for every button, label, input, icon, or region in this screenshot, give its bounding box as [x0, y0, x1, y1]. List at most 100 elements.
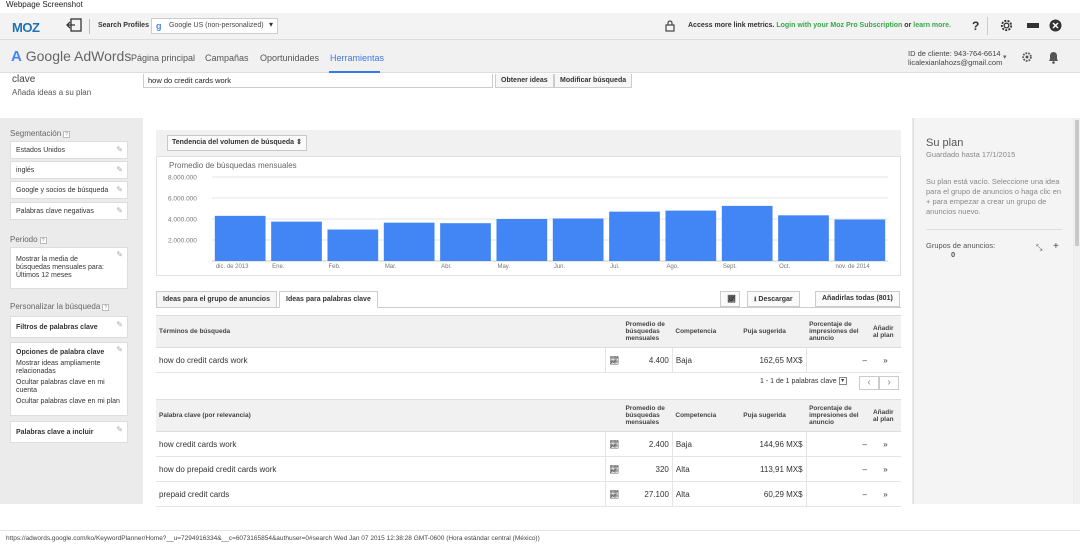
keyword-options[interactable]: Opciones de palabra clave Mostrar ideas …: [10, 342, 128, 416]
account-info[interactable]: ID de cliente: 943-764-6614 licalexianla…: [908, 49, 1002, 67]
segment-language-label: inglés: [16, 167, 35, 174]
adwords-logo[interactable]: A Google AdWords: [11, 48, 131, 65]
pencil-icon[interactable]: ✎: [116, 251, 123, 259]
customize-heading: Personalizar la búsqueda?: [10, 302, 110, 311]
nav-opportunities[interactable]: Oportunidades: [260, 53, 319, 63]
chart-bar[interactable]: [609, 211, 660, 261]
pencil-icon[interactable]: ✎: [116, 185, 123, 194]
pencil-icon[interactable]: ✎: [116, 425, 123, 434]
chart-type-select[interactable]: Tendencia del volumen de búsqueda ⇕: [167, 135, 307, 151]
col-keyword[interactable]: Palabra clave (por relevancia): [156, 399, 606, 432]
help-icon[interactable]: ?: [63, 131, 71, 138]
segment-location[interactable]: Estados Unidos ✎: [10, 141, 128, 159]
keyword-search-input[interactable]: how do credit cards work: [143, 74, 493, 88]
chart-toggle-button[interactable]: 📈︎: [720, 291, 740, 307]
scrollbar-thumb[interactable]: [1075, 120, 1079, 246]
x-tick-label: nov. de 2014: [835, 264, 870, 270]
exit-icon[interactable]: [66, 18, 82, 35]
impression-share-cell: –: [805, 456, 870, 482]
col-competition[interactable]: Competencia: [672, 315, 741, 348]
minimize-icon[interactable]: [1027, 23, 1039, 28]
trend-chart-icon[interactable]: 📈︎: [605, 431, 623, 457]
tab-ad-group-ideas[interactable]: Ideas para el grupo de anuncios: [156, 291, 277, 308]
table-row: how credit cards work 📈︎ 2.400 Baja 144,…: [156, 431, 901, 457]
pencil-icon[interactable]: ✎: [116, 165, 123, 174]
settings-gear-icon[interactable]: [1021, 51, 1033, 65]
chart-bar[interactable]: [721, 205, 773, 261]
col-competition[interactable]: Competencia: [672, 399, 741, 432]
login-link[interactable]: Login with your Moz Pro Subscription: [776, 22, 902, 29]
help-icon[interactable]: ?: [102, 304, 110, 311]
chart-icon: 📈︎: [727, 296, 736, 303]
account-chevron-icon[interactable]: ▾: [1003, 53, 1007, 61]
col-impression-share[interactable]: Porcentaje de impresiones del anuncio: [806, 399, 870, 432]
next-page-button[interactable]: ›: [879, 376, 899, 390]
period-text: Mostrar la media de búsquedas mensuales …: [16, 256, 104, 279]
pencil-icon[interactable]: ✎: [116, 145, 123, 154]
collapse-icon[interactable]: ⤡: [1036, 243, 1042, 253]
pencil-icon[interactable]: ✎: [116, 320, 123, 329]
col-search-terms[interactable]: Términos de búsqueda: [156, 315, 606, 348]
google-icon: g: [156, 21, 162, 31]
download-button[interactable]: ⭳ Descargar: [747, 291, 800, 307]
tab-keyword-ideas[interactable]: Ideas para palabras clave: [279, 291, 378, 308]
chart-bar[interactable]: [271, 221, 322, 261]
competition-cell: Alta: [671, 481, 741, 507]
chart-bar[interactable]: [552, 218, 604, 261]
modify-search-button[interactable]: Modificar búsqueda: [554, 74, 633, 88]
y-tick-label: 8.000.000: [168, 175, 197, 182]
gear-icon[interactable]: [999, 18, 1014, 35]
add-ad-group-icon[interactable]: +: [1053, 241, 1059, 252]
period-box[interactable]: Mostrar la media de búsquedas mensuales …: [10, 247, 128, 289]
nav-campaigns[interactable]: Campañas: [205, 53, 249, 63]
chart-bar[interactable]: [327, 229, 379, 262]
pencil-icon[interactable]: ✎: [116, 346, 123, 354]
learn-more-link[interactable]: learn more.: [913, 22, 951, 29]
col-avg-searches[interactable]: Promedio de búsquedas mensuales: [622, 315, 673, 348]
search-title: clave: [12, 74, 36, 85]
nav-tools[interactable]: Herramientas: [330, 53, 384, 63]
pencil-icon[interactable]: ✎: [116, 206, 123, 215]
add-all-button[interactable]: Añadirlas todas (801): [815, 291, 900, 307]
chart-bar[interactable]: [214, 215, 266, 261]
segment-network[interactable]: Google y socios de búsqueda ✎: [10, 181, 128, 199]
col-suggested-bid[interactable]: Puja sugerida: [740, 315, 807, 348]
page-size-dropdown-icon[interactable]: ▾: [838, 377, 847, 385]
add-to-plan-icon[interactable]: »: [869, 347, 901, 373]
competition-cell: Baja: [671, 347, 741, 373]
chart-bar[interactable]: [778, 215, 829, 261]
segment-negative-keywords[interactable]: Palabras clave negativas ✎: [10, 202, 128, 220]
add-to-plan-icon[interactable]: »: [869, 481, 901, 507]
nav-home[interactable]: Página principal: [131, 53, 195, 63]
add-to-plan-icon[interactable]: »: [869, 456, 901, 482]
search-profile-select[interactable]: g Google US (non-personalized) ▾: [151, 18, 278, 34]
chart-bar[interactable]: [665, 210, 717, 261]
col-impression-share[interactable]: Porcentaje de impresiones del anuncio: [806, 315, 870, 348]
y-tick-label: 2.000.000: [168, 238, 197, 245]
trend-chart-icon[interactable]: 📈︎: [605, 347, 623, 373]
help-icon[interactable]: ?: [39, 237, 47, 244]
chart-bar[interactable]: [383, 222, 435, 261]
trend-chart-icon[interactable]: 📈︎: [605, 456, 623, 482]
bell-icon[interactable]: [1048, 51, 1059, 66]
chart-bar[interactable]: [834, 219, 886, 261]
get-ideas-button[interactable]: Obtener ideas: [495, 74, 554, 88]
prev-page-button[interactable]: ‹: [859, 376, 879, 390]
col-avg-searches[interactable]: Promedio de búsquedas mensuales: [622, 399, 673, 432]
col-add-to-plan: Añadir al plan: [869, 315, 901, 348]
competition-cell: Baja: [671, 431, 741, 457]
close-icon[interactable]: [1049, 19, 1062, 34]
keywords-to-include[interactable]: Palabras clave a incluir ✎: [10, 421, 128, 443]
scrollbar[interactable]: [1074, 118, 1080, 504]
add-to-plan-icon[interactable]: »: [869, 431, 901, 457]
col-suggested-bid[interactable]: Puja sugerida: [740, 399, 807, 432]
help-icon[interactable]: ?: [972, 19, 979, 33]
period-heading: Periodo?: [10, 235, 47, 244]
chart-bar[interactable]: [440, 223, 491, 261]
bid-cell: 113,91 MX$: [740, 456, 807, 482]
chart-bar[interactable]: [496, 219, 548, 261]
trend-chart-icon[interactable]: 📈︎: [605, 481, 623, 507]
competition-cell: Alta: [671, 456, 741, 482]
segment-language[interactable]: inglés ✎: [10, 161, 128, 179]
keyword-filters[interactable]: Filtros de palabras clave ✎: [10, 316, 128, 338]
